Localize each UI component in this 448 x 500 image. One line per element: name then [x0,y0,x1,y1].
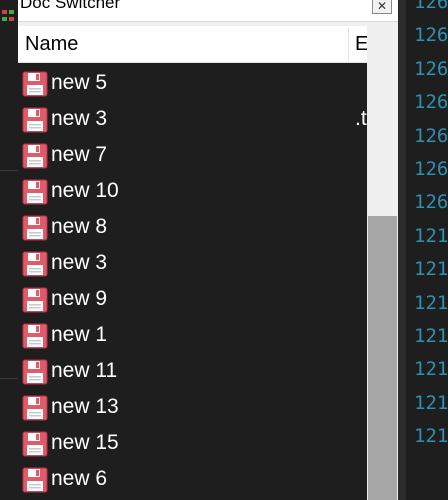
line-number: 121 [414,425,448,448]
line-number: 126 [414,0,448,13]
document-name: new 9 [51,287,108,310]
line-number: 126 [414,24,448,47]
line-number-gutter: 126 126 126 126 126 126 126 121 121 121 121 121 121 1… [406,0,448,500]
document-row[interactable]: new 1 [18,318,367,354]
save-disk-icon [22,107,48,133]
toolbar-marks [0,8,16,26]
line-number: 126 [414,158,448,180]
line-number: 121 [414,224,448,247]
document-name: new 3 [51,251,108,274]
document-ext: .t [355,107,367,130]
save-disk-icon [22,179,48,205]
save-disk-icon [22,431,48,457]
line-number: 121 [414,291,448,314]
document-row[interactable]: new 7 [18,138,367,174]
splitter[interactable] [398,0,406,500]
panel-title: Doc Switcher [20,0,121,12]
document-name: new 10 [51,179,119,202]
document-row[interactable]: new 6 [18,462,367,498]
save-disk-icon [22,143,48,169]
document-name: new 13 [51,395,119,418]
document-row[interactable]: new 15 [18,426,367,462]
panel-titlebar[interactable]: Doc Switcher ✕ [18,0,398,22]
line-number: 126 [414,91,448,114]
divider-line [0,170,18,171]
document-name: new 3 [51,107,108,130]
document-row[interactable]: new 5 [18,66,367,102]
doc-switcher-panel: Doc Switcher ✕ Name E new 5 new 3 .t new … [18,0,398,500]
document-row[interactable]: new 10 [18,174,367,210]
save-disk-icon [22,395,48,421]
document-row[interactable]: new 3 .t [18,102,367,138]
line-number: 126 [414,191,448,214]
document-row[interactable]: new 13 [18,390,367,426]
document-row[interactable]: new 3 [18,246,367,282]
document-name: new 6 [51,467,108,490]
save-disk-icon [22,359,48,385]
save-disk-icon [22,287,48,313]
close-icon: ✕ [376,0,388,13]
vertical-scrollbar[interactable] [367,26,398,500]
line-number: 121 [414,358,448,381]
line-number: 126 [414,124,448,147]
column-header-name[interactable]: Name [25,33,78,56]
line-number: 121 [414,325,448,347]
save-disk-icon [22,323,48,349]
divider-line [0,378,18,379]
document-name: new 11 [51,359,118,382]
line-number: 126 [414,57,448,80]
document-name: new 5 [51,71,108,94]
document-row[interactable]: new 9 [18,282,367,318]
scrollbar-thumb[interactable] [368,216,397,500]
document-name: new 7 [51,143,108,166]
save-disk-icon [22,467,48,493]
save-disk-icon [22,215,48,241]
editor-left-strip [0,0,18,500]
column-separator[interactable] [348,28,349,61]
document-row[interactable]: new 11 [18,354,367,390]
close-button[interactable]: ✕ [372,0,392,14]
document-name: new 1 [51,323,108,346]
line-number: 121 [414,391,448,414]
document-row[interactable]: new 8 [18,210,367,246]
save-disk-icon [22,71,48,97]
document-list: new 5 new 3 .t new 7 new 10 new 8 new 3 n… [18,63,367,500]
document-name: new 15 [51,431,119,454]
document-name: new 8 [51,215,108,238]
save-disk-icon [22,251,48,277]
line-number: 121 [414,258,448,281]
list-header: Name E [18,26,368,63]
